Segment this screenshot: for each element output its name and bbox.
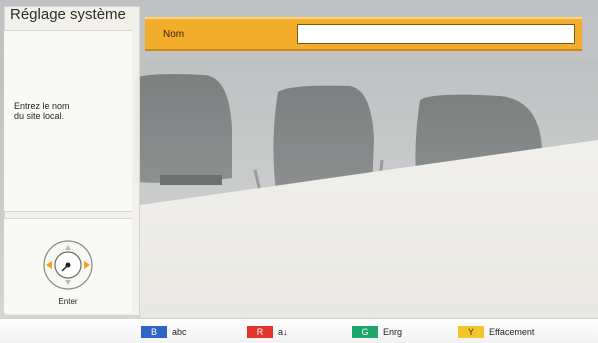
navigation-hint-box: Enter [4, 218, 132, 313]
yellow-key-label: Effacement [489, 327, 535, 337]
system-settings-screen: Réglage système Entrez le nom du site lo… [0, 0, 598, 343]
green-key-icon: G [352, 326, 378, 338]
help-text-box: Entrez le nom du site local. [4, 30, 132, 212]
chair-1 [135, 74, 232, 185]
blue-key-icon: B [141, 326, 167, 338]
blue-key-label: abc [172, 327, 187, 337]
help-text-line-1: Entrez le nom [14, 101, 70, 111]
name-field-label: Nom [163, 29, 185, 40]
red-key-icon: R [247, 326, 273, 338]
enter-label: Enter [58, 297, 78, 306]
green-key-label: Enrg [383, 327, 403, 337]
name-field-row: Nom [145, 17, 582, 51]
yellow-key-icon: Y [458, 326, 484, 338]
name-input[interactable] [297, 24, 575, 44]
dpad-icon[interactable] [4, 219, 132, 295]
red-key-label: a↓ [278, 327, 288, 337]
help-text-line-2: du site local. [14, 111, 65, 121]
color-key-bar: B abc R a↓ G Enrg Y Effacement [0, 318, 598, 343]
